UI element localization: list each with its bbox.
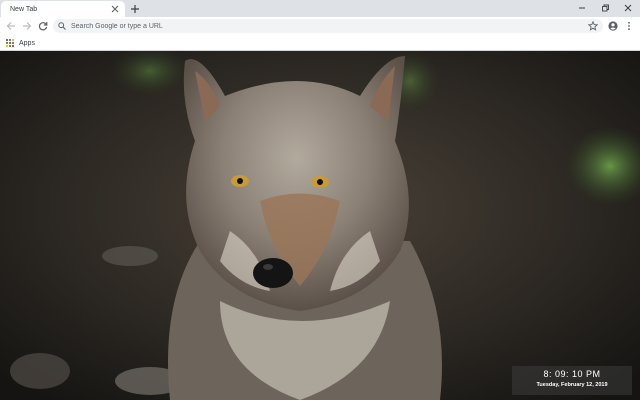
window-close-icon	[624, 4, 632, 12]
apps-shortcut[interactable]: Apps	[6, 37, 35, 49]
kebab-menu-icon	[628, 21, 630, 31]
reload-icon	[38, 22, 48, 31]
back-button[interactable]	[4, 19, 18, 33]
new-tab-page: 8: 09: 10 PM Tuesday, February 12, 2019	[0, 51, 640, 400]
tab-title: New Tab	[10, 5, 38, 13]
omnibox-input[interactable]	[71, 22, 571, 30]
close-icon[interactable]	[109, 3, 121, 15]
menu-button[interactable]	[622, 19, 636, 33]
forward-button[interactable]	[20, 19, 34, 33]
profile-button[interactable]	[606, 19, 620, 33]
account-icon	[608, 21, 618, 31]
clock-widget: 8: 09: 10 PM Tuesday, February 12, 2019	[512, 366, 632, 395]
star-icon	[588, 21, 598, 31]
search-icon	[58, 22, 66, 30]
window-close-button[interactable]	[616, 1, 640, 15]
toolbar	[0, 17, 640, 35]
restore-button[interactable]	[593, 1, 617, 15]
clock-time: 8: 09: 10 PM	[543, 369, 601, 379]
arrow-right-icon	[23, 22, 32, 30]
minimize-icon	[579, 7, 585, 9]
new-tab-button[interactable]	[128, 2, 142, 16]
bookmark-star-button[interactable]	[586, 19, 600, 33]
wolf-wallpaper	[0, 51, 640, 400]
plus-icon	[131, 5, 139, 13]
minimize-button[interactable]	[570, 1, 594, 15]
bookmarks-bar: Apps	[0, 35, 640, 51]
apps-label: Apps	[19, 39, 35, 47]
tab-new-tab[interactable]: New Tab	[1, 1, 125, 17]
grid-icon	[6, 39, 14, 47]
clock-date: Tuesday, February 12, 2019	[536, 382, 608, 388]
tab-strip: New Tab	[0, 0, 640, 17]
arrow-left-icon	[6, 22, 15, 30]
reload-button[interactable]	[36, 19, 50, 33]
restore-icon	[602, 4, 609, 12]
omnibox[interactable]	[53, 19, 603, 33]
